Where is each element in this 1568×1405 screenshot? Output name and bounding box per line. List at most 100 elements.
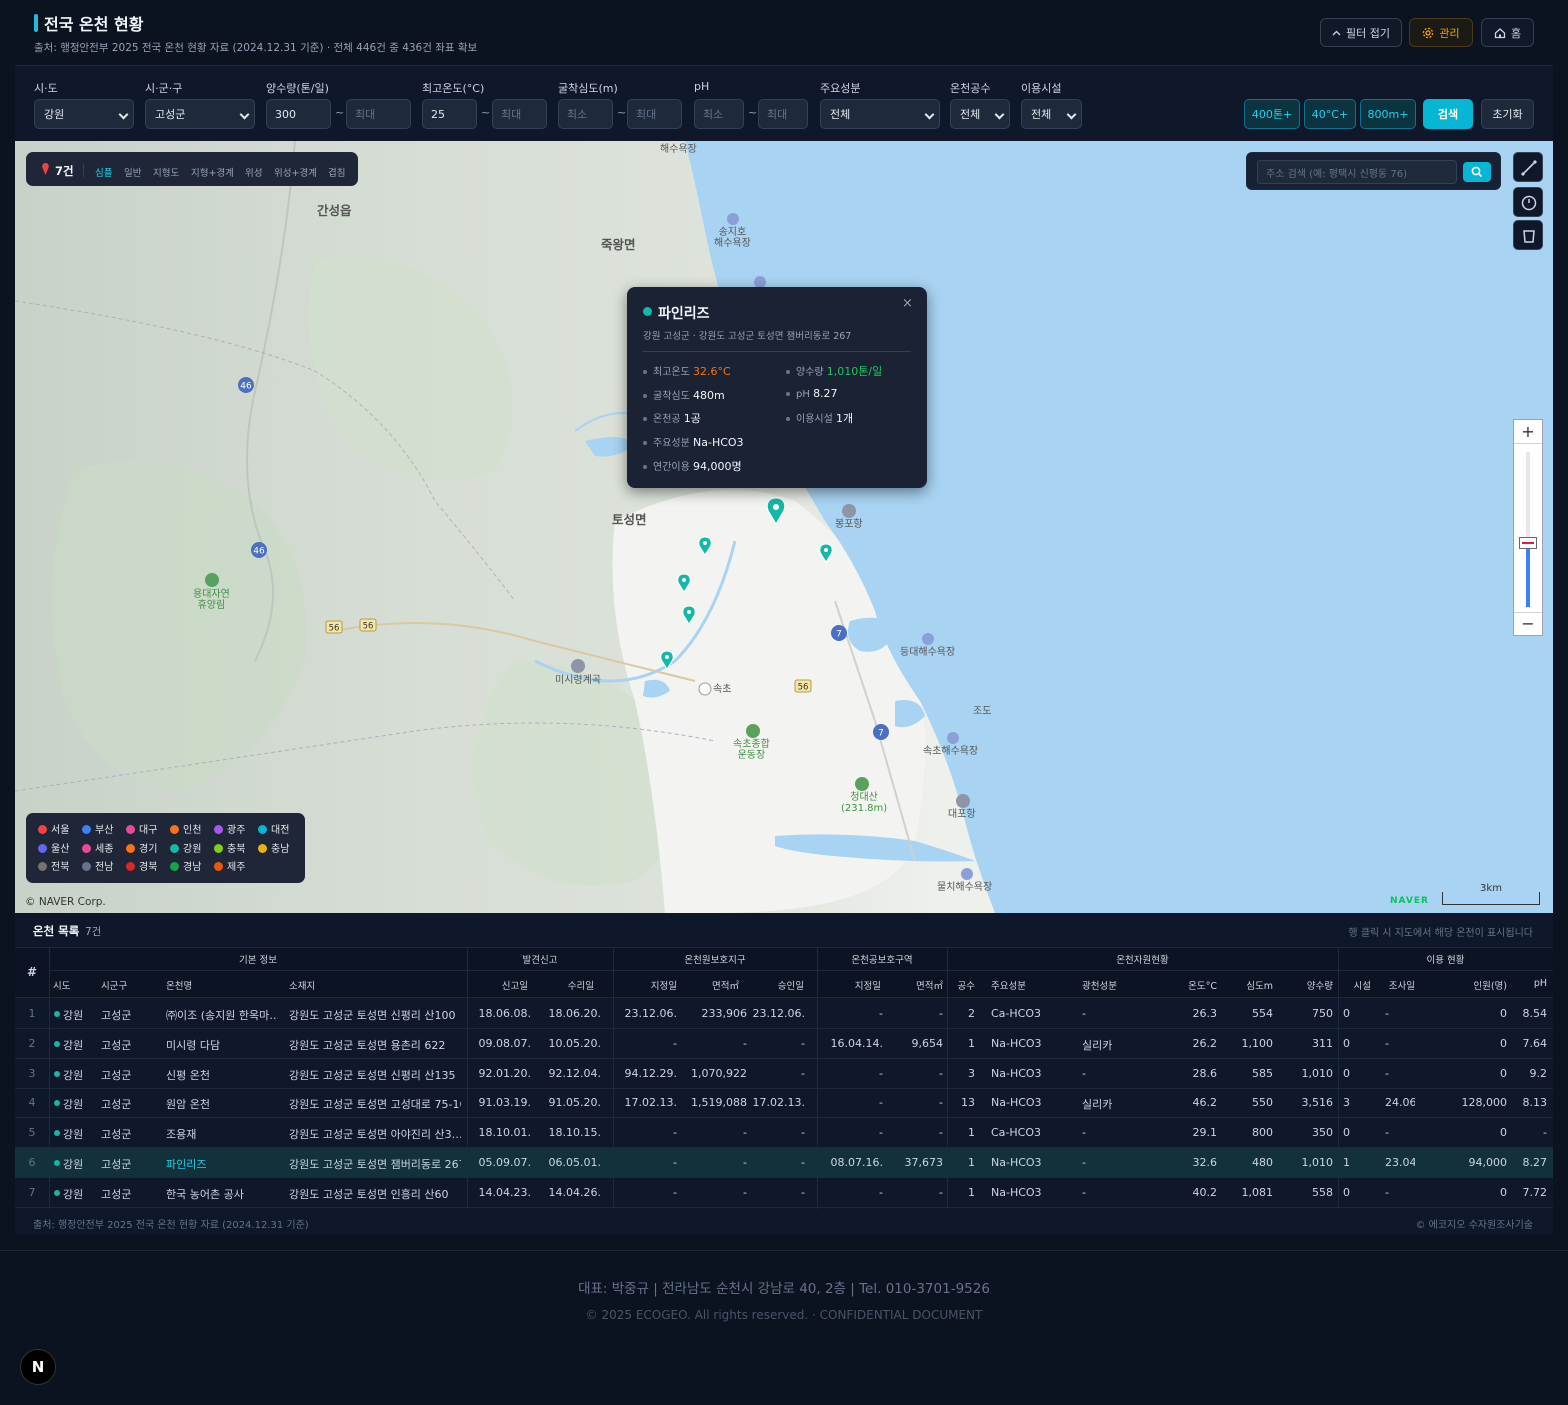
- column-header: 양수량: [1306, 981, 1333, 992]
- hotspring-pin[interactable]: [698, 536, 712, 556]
- component-value: 전체: [830, 108, 851, 121]
- table-cell: 8.54: [1522, 1007, 1548, 1020]
- facility-select[interactable]: 전체: [1021, 99, 1082, 129]
- wells-label: 온천공수: [950, 82, 991, 95]
- sido-value: 강원: [44, 108, 65, 121]
- legend-label: 경북: [139, 862, 158, 873]
- page-title: 전국 온천 현황: [44, 15, 144, 34]
- table-cell: -: [673, 1126, 677, 1140]
- legend-dot: [82, 825, 91, 834]
- collapse-filter-button[interactable]: 필터 접기: [1320, 18, 1402, 47]
- map-scale: 3km: [1442, 883, 1540, 905]
- table-cell: 13: [961, 1096, 975, 1110]
- group-header: 기본 정보: [239, 955, 277, 966]
- depth-max-input[interactable]: 최대: [627, 99, 682, 129]
- table-cell: 23.12.06.: [752, 1007, 805, 1020]
- yield-min-input[interactable]: 300: [266, 99, 331, 129]
- legend-label: 충북: [227, 843, 246, 855]
- quick-temp-40-button[interactable]: 40°C+: [1304, 99, 1356, 129]
- table-cell: 37,673: [904, 1156, 944, 1169]
- mode-simple[interactable]: 심플: [95, 165, 112, 179]
- table-cell: 0: [1500, 1066, 1507, 1080]
- ph-max-input[interactable]: 최대: [758, 99, 808, 129]
- region-dot: [54, 1160, 60, 1166]
- column-header: 온도°C: [1188, 981, 1217, 992]
- mode-overlap[interactable]: 겹침: [328, 165, 345, 179]
- road-shield: 7: [831, 625, 847, 641]
- table-cell: -: [1082, 1007, 1086, 1020]
- measure-time-button[interactable]: [1513, 187, 1543, 217]
- close-icon[interactable]: ×: [902, 296, 913, 311]
- table-cell: 3,516: [1301, 1096, 1334, 1110]
- table-cell: 558: [1312, 1185, 1333, 1199]
- chevron-down-icon: [1066, 109, 1077, 120]
- road-shield: 56: [325, 620, 343, 634]
- next-badge[interactable]: N: [20, 1349, 56, 1385]
- hotspring-pin[interactable]: [660, 650, 674, 670]
- table-cell: 9,654: [911, 1036, 944, 1050]
- svg-text:46: 46: [240, 382, 252, 392]
- legend-dot: [170, 843, 179, 853]
- reset-button[interactable]: 초기화: [1481, 99, 1534, 129]
- hotspring-pin-selected[interactable]: [766, 497, 786, 525]
- home-button[interactable]: 홈: [1481, 18, 1534, 47]
- table-cell: 강원도 고성군 토성면 신평리 산135: [289, 1068, 456, 1082]
- legend-item: 충북: [214, 840, 245, 855]
- measure-distance-button[interactable]: [1513, 152, 1543, 182]
- table-cell: -: [939, 1126, 943, 1140]
- legend-label: 충남: [271, 843, 290, 855]
- depth-label: 굴착심도(m): [558, 82, 618, 95]
- legend-item: 강원: [170, 840, 201, 855]
- temp-max-input[interactable]: 최대: [492, 99, 547, 129]
- depth-min-input[interactable]: 최소: [558, 99, 613, 129]
- search-button[interactable]: 검색: [1423, 99, 1473, 129]
- table-cell: 강원: [63, 1187, 84, 1201]
- zoom-handle[interactable]: [1519, 537, 1537, 549]
- zoom-in-button[interactable]: +: [1514, 420, 1542, 444]
- mode-satellite-boundary[interactable]: 위성+경계: [274, 165, 317, 179]
- table-cell: -: [879, 1066, 883, 1080]
- column-header: 소재지: [289, 981, 316, 992]
- legend-item: 충남: [258, 840, 289, 855]
- table-cell: -: [939, 1007, 943, 1020]
- table-cell: 05.09.07.: [478, 1156, 531, 1169]
- sigungu-select[interactable]: 고성군: [145, 99, 255, 129]
- zoom-out-button[interactable]: −: [1514, 612, 1542, 635]
- hotspring-pin[interactable]: [677, 573, 691, 593]
- quick-yield-400-button[interactable]: 400톤+: [1244, 99, 1300, 129]
- legend-label: 경기: [139, 843, 158, 855]
- yield-max-input[interactable]: 최대: [346, 99, 411, 129]
- table-cell: 한국 농어촌 공사: [166, 1187, 244, 1201]
- table-cell: 고성군: [101, 1128, 132, 1142]
- address-search-input[interactable]: 주소 검색 (예: 평택시 신평동 76): [1257, 160, 1457, 184]
- collapse-filter-label: 필터 접기: [1346, 26, 1390, 40]
- quick-depth-800-button[interactable]: 800m+: [1360, 99, 1416, 129]
- legend-label: 전북: [51, 862, 70, 873]
- mode-terrain[interactable]: 지형도: [153, 165, 179, 179]
- hotspring-pin[interactable]: [682, 605, 696, 625]
- component-select[interactable]: 전체: [820, 99, 940, 129]
- sido-select[interactable]: 강원: [34, 99, 134, 129]
- table-cell: 0: [1500, 1126, 1507, 1140]
- ph-min-input[interactable]: 최소: [694, 99, 744, 129]
- clear-button[interactable]: [1513, 220, 1543, 250]
- mode-normal[interactable]: 일반: [124, 165, 141, 179]
- popup-name: 파인리즈: [658, 306, 710, 322]
- mode-satellite[interactable]: 위성: [245, 165, 262, 179]
- wells-select[interactable]: 전체: [950, 99, 1010, 129]
- legend-dot: [170, 825, 179, 834]
- table-cell: 28.6: [1192, 1066, 1218, 1080]
- page-subtitle: 출처: 행정안전부 2025 전국 온천 현황 자료 (2024.12.31 기…: [34, 42, 478, 54]
- group-header: 온천공보호구역: [851, 955, 913, 966]
- temp-min-input[interactable]: 25: [422, 99, 477, 129]
- table-cell: Na-HCO3: [991, 1036, 1042, 1050]
- table-cell: 18.06.08.: [478, 1007, 531, 1020]
- legend-item: 서울: [38, 821, 69, 836]
- map-view[interactable]: 해수욕장 간성읍 송지호 해수욕장 죽왕면 토성면 봉포항 용대자연 휴양림 미…: [15, 141, 1553, 913]
- manage-button[interactable]: 관리: [1409, 18, 1473, 47]
- sigungu-value: 고성군: [155, 108, 186, 121]
- mode-terrain-boundary[interactable]: 지형+경계: [191, 165, 234, 179]
- address-search-button[interactable]: [1463, 162, 1491, 182]
- hotspring-pin[interactable]: [819, 543, 833, 563]
- yield-label: 양수량(톤/일): [266, 82, 329, 95]
